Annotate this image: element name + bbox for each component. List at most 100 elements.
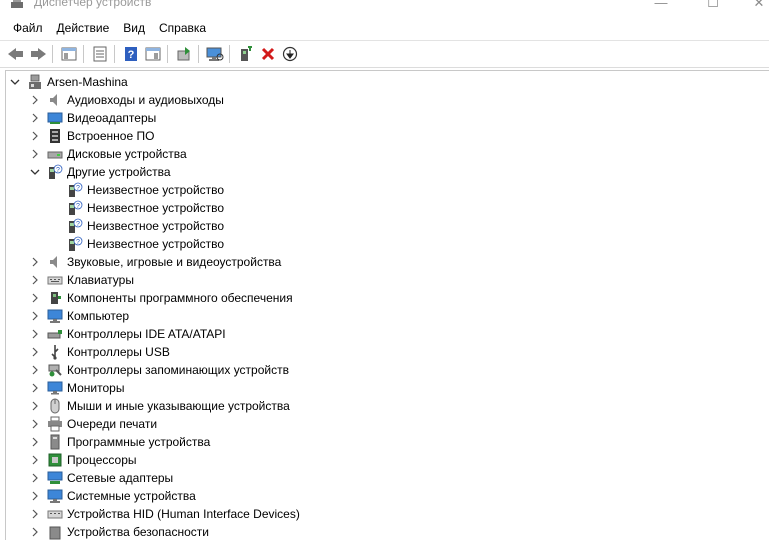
computer-root-icon	[27, 74, 43, 90]
tree-root[interactable]: Arsen-Mashina	[8, 73, 128, 91]
menu-action[interactable]: Действие	[50, 18, 117, 38]
add-legacy-hardware-icon[interactable]	[236, 44, 256, 64]
tree-category[interactable]: Звуковые, игровые и видеоустройства	[28, 253, 281, 271]
title-bar: Диспетчер устройств — ☐ ✕	[0, 0, 769, 14]
scan-hardware-icon[interactable]	[205, 44, 225, 64]
software-component-icon	[47, 290, 63, 306]
svg-text:?: ?	[76, 185, 80, 192]
device-tree[interactable]: Arsen-Mashina Аудиовходы и аудиовыходы Вид…	[5, 70, 769, 540]
collapse-chevron-icon[interactable]	[8, 73, 22, 91]
toolbar-separator	[83, 45, 84, 63]
usb-icon	[47, 344, 63, 360]
tree-device[interactable]: ? Неизвестное устройство	[62, 235, 224, 253]
tree-category[interactable]: Программные устройства	[28, 433, 210, 451]
tree-item-label: Устройства безопасности	[67, 525, 209, 539]
tree-category[interactable]: Мыши и иные указывающие устройства	[28, 397, 290, 415]
display-adapter-icon	[47, 110, 63, 126]
tree-item-label: Системные устройства	[67, 489, 196, 503]
tree-item-label: Клавиатуры	[67, 273, 134, 287]
tree-item-label: Неизвестное устройство	[87, 237, 225, 251]
expand-chevron-icon[interactable]	[28, 433, 42, 451]
expand-chevron-icon[interactable]	[28, 127, 42, 145]
expand-chevron-icon[interactable]	[28, 397, 42, 415]
network-adapter-icon	[47, 470, 63, 486]
expand-chevron-icon[interactable]	[28, 307, 42, 325]
properties-icon[interactable]	[90, 44, 110, 64]
expand-chevron-icon[interactable]	[28, 289, 42, 307]
monitor-icon	[47, 380, 63, 396]
menu-view[interactable]: Вид	[116, 18, 152, 38]
tree-category[interactable]: Видеоадаптеры	[28, 109, 156, 127]
expand-chevron-icon[interactable]	[28, 271, 42, 289]
expand-chevron-icon[interactable]	[28, 361, 42, 379]
tree-category[interactable]: Мониторы	[28, 379, 124, 397]
tree-category[interactable]: Устройства HID (Human Interface Devices)	[28, 505, 300, 523]
back-icon[interactable]	[6, 44, 26, 64]
tree-item-label: Аудиовходы и аудиовыходы	[67, 93, 224, 107]
tree-category[interactable]: Компоненты программного обеспечения	[28, 289, 293, 307]
tree-device[interactable]: ? Неизвестное устройство	[62, 217, 224, 235]
tree-category[interactable]: Системные устройства	[28, 487, 196, 505]
expand-chevron-icon[interactable]	[28, 451, 42, 469]
software-device-icon	[47, 434, 63, 450]
security-device-icon	[47, 524, 63, 540]
svg-text:?: ?	[76, 239, 80, 246]
tree-category[interactable]: Компьютер	[28, 307, 129, 325]
show-hide-console-tree-icon[interactable]	[59, 44, 79, 64]
system-device-icon	[47, 488, 63, 504]
maximize-button[interactable]: ☐	[690, 0, 736, 14]
tree-category[interactable]: Дисковые устройства	[28, 145, 187, 163]
toolbar-separator	[229, 45, 230, 63]
tree-category[interactable]: Процессоры	[28, 451, 137, 469]
tree-category[interactable]: Встроенное ПО	[28, 127, 154, 145]
tree-item-label: Видеоадаптеры	[67, 111, 157, 125]
tree-item-label: Устройства HID (Human Interface Devices)	[67, 507, 300, 521]
expand-chevron-icon[interactable]	[28, 469, 42, 487]
menu-file[interactable]: Файл	[6, 18, 50, 38]
tree-category[interactable]: Очереди печати	[28, 415, 157, 433]
expand-chevron-icon[interactable]	[28, 253, 42, 271]
tree-item-label: Неизвестное устройство	[87, 219, 225, 233]
toolbar: ?	[0, 40, 769, 68]
expand-chevron-icon[interactable]	[28, 145, 42, 163]
svg-text:?: ?	[76, 221, 80, 228]
tree-category[interactable]: Устройства безопасности	[28, 523, 209, 540]
tree-item-label: Неизвестное устройство	[87, 201, 225, 215]
mouse-icon	[47, 398, 63, 414]
update-driver-icon[interactable]	[174, 44, 194, 64]
disable-device-icon[interactable]	[280, 44, 300, 64]
expand-chevron-icon[interactable]	[28, 343, 42, 361]
expand-chevron-icon[interactable]	[28, 379, 42, 397]
tree-item-label: Другие устройства	[67, 165, 171, 179]
expand-chevron-icon[interactable]	[28, 109, 42, 127]
tree-item-label: Встроенное ПО	[67, 129, 155, 143]
action-pane-icon[interactable]	[143, 44, 163, 64]
collapse-chevron-icon[interactable]	[28, 163, 42, 181]
tree-category[interactable]: Контроллеры IDE ATA/ATAPI	[28, 325, 226, 343]
tree-category[interactable]: Клавиатуры	[28, 271, 134, 289]
expand-chevron-icon[interactable]	[28, 523, 42, 540]
forward-icon[interactable]	[28, 44, 48, 64]
uninstall-device-icon[interactable]	[258, 44, 278, 64]
tree-category[interactable]: Сетевые адаптеры	[28, 469, 173, 487]
help-icon[interactable]: ?	[121, 44, 141, 64]
tree-category[interactable]: Контроллеры USB	[28, 343, 170, 361]
tree-device[interactable]: ? Неизвестное устройство	[62, 199, 224, 217]
close-button[interactable]: ✕	[736, 0, 769, 14]
tree-item-label: Компьютер	[67, 309, 130, 323]
tree-category[interactable]: ? Другие устройства	[28, 163, 171, 181]
expand-chevron-icon[interactable]	[28, 487, 42, 505]
minimize-button[interactable]: —	[638, 0, 684, 14]
expand-chevron-icon[interactable]	[28, 505, 42, 523]
menu-help[interactable]: Справка	[152, 18, 213, 38]
expand-chevron-icon[interactable]	[28, 91, 42, 109]
tree-item-label: Программные устройства	[67, 435, 211, 449]
tree-device[interactable]: ? Неизвестное устройство	[62, 181, 224, 199]
tree-item-label: Мониторы	[67, 381, 125, 395]
tree-item-label: Arsen-Mashina	[47, 75, 128, 89]
ide-controller-icon	[47, 326, 63, 342]
tree-category[interactable]: Контроллеры запоминающих устройств	[28, 361, 289, 379]
tree-category[interactable]: Аудиовходы и аудиовыходы	[28, 91, 224, 109]
expand-chevron-icon[interactable]	[28, 415, 42, 433]
expand-chevron-icon[interactable]	[28, 325, 42, 343]
